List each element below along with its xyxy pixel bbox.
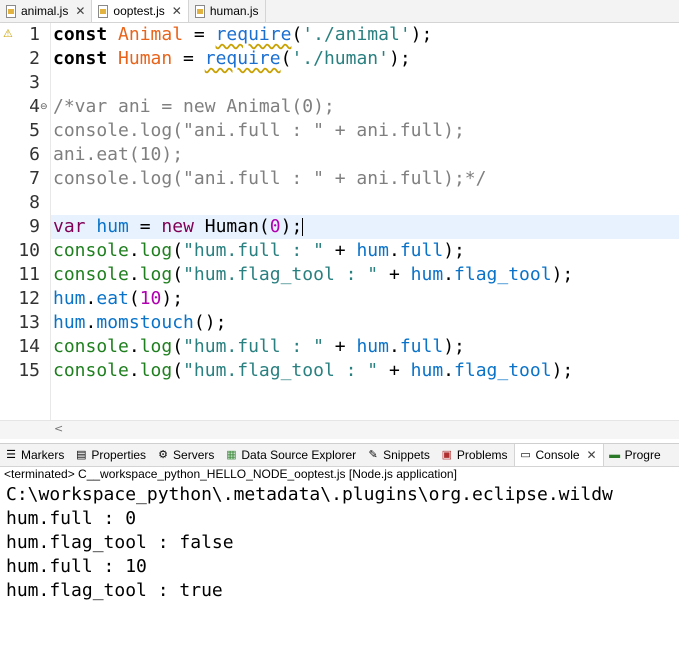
properties-icon: ▤ <box>76 449 87 461</box>
tab-data-source-explorer[interactable]: ▦ Data Source Explorer <box>220 444 362 466</box>
tab-human-js[interactable]: human.js <box>189 0 266 22</box>
tab-label: Snippets <box>383 448 430 462</box>
snippets-icon: ✎ <box>368 449 378 461</box>
console-line: C:\workspace_python\.metadata\.plugins\o… <box>6 484 613 505</box>
close-icon[interactable]: ✕ <box>75 4 85 18</box>
tab-label: Data Source Explorer <box>241 448 357 462</box>
console-icon: ▭ <box>520 449 531 461</box>
code-line[interactable]: const Animal = require('./animal'); <box>53 23 432 47</box>
console-line: hum.flag_tool : true <box>6 580 223 601</box>
line-number: 14 <box>18 336 40 357</box>
line-number: 6 <box>29 144 40 165</box>
console-line: hum.flag_tool : false <box>6 532 234 553</box>
line-number: 10 <box>18 240 40 261</box>
console-line: hum.full : 10 <box>6 556 147 577</box>
line-number: 1 <box>29 24 40 45</box>
code-line[interactable]: hum.eat(10); <box>53 287 183 311</box>
code-line-current[interactable]: var hum = new Human(0); <box>53 215 304 239</box>
js-file-icon <box>194 4 205 18</box>
markers-icon: ☰ <box>6 449 16 461</box>
js-file-icon <box>6 4 16 18</box>
line-number: 7 <box>29 168 40 189</box>
progress-icon: ▬ <box>609 449 621 461</box>
tab-label: Markers <box>21 448 65 462</box>
line-number: 4 <box>29 96 40 117</box>
tab-properties[interactable]: ▤ Properties <box>70 444 152 466</box>
text-caret <box>302 218 304 236</box>
line-number: 3 <box>29 72 40 93</box>
fold-collapse-icon[interactable]: ⊖ <box>40 95 48 119</box>
close-icon[interactable]: ✕ <box>172 4 182 18</box>
tab-label: ooptest.js <box>113 4 165 18</box>
warning-icon: ⚠ <box>3 27 13 40</box>
tab-label: Properties <box>91 448 147 462</box>
tab-animal-js[interactable]: animal.js ✕ <box>0 0 93 22</box>
tab-problems[interactable]: ▣ Problems <box>436 444 514 466</box>
line-number: 11 <box>18 264 40 285</box>
horizontal-scrollbar[interactable]: < <box>0 420 679 439</box>
tab-markers[interactable]: ☰ Markers <box>0 444 70 466</box>
tab-console[interactable]: ▭ Console ✕ <box>513 444 604 466</box>
line-number: 15 <box>18 360 40 381</box>
close-icon[interactable]: ✕ <box>587 448 597 462</box>
code-line[interactable]: console.log("hum.full : " + hum.full); <box>53 239 465 263</box>
code-line[interactable]: const Human = require('./human'); <box>53 47 411 71</box>
code-line[interactable]: console.log("ani.full : " + ani.full);*/ <box>53 167 486 191</box>
code-editor[interactable]: ⚠ 1 2 3 4 ⊖ 5 6 7 8 9 10 11 12 13 14 15 … <box>0 23 679 420</box>
line-number: 8 <box>29 192 40 213</box>
code-line[interactable]: hum.momstouch(); <box>53 311 226 335</box>
line-number: 5 <box>29 120 40 141</box>
tab-label: Problems <box>456 448 508 462</box>
data-source-icon: ▦ <box>226 449 237 461</box>
tab-ooptest-js[interactable]: ooptest.js ✕ <box>92 0 189 22</box>
tab-label: Progre <box>624 448 661 462</box>
code-line[interactable]: console.log("hum.full : " + hum.full); <box>53 335 465 359</box>
tab-label: Servers <box>173 448 215 462</box>
problems-icon: ▣ <box>441 449 453 461</box>
panel-tab-bar: ☰ Markers ▤ Properties ⚙ Servers ▦ Data … <box>0 443 679 467</box>
code-line[interactable]: /*var ani = new Animal(0); <box>53 95 335 119</box>
tab-servers[interactable]: ⚙ Servers <box>152 444 220 466</box>
tab-label: human.js <box>209 4 259 18</box>
overview-ruler: ⚠ <box>0 23 16 420</box>
line-number: 9 <box>29 216 40 237</box>
tab-progress[interactable]: ▬ Progre <box>604 444 667 466</box>
tab-label: Console <box>535 448 580 462</box>
tab-label: animal.js <box>21 4 69 18</box>
code-line[interactable]: console.log("hum.flag_tool : " + hum.fla… <box>53 263 573 287</box>
code-line[interactable]: console.log("hum.flag_tool : " + hum.fla… <box>53 359 573 383</box>
js-file-icon <box>98 4 109 18</box>
console-status: <terminated> C__workspace_python_HELLO_N… <box>4 467 457 481</box>
line-number: 2 <box>29 48 40 69</box>
line-number: 12 <box>18 288 40 309</box>
code-line[interactable]: ani.eat(10); <box>53 143 183 167</box>
scroll-left-icon[interactable]: < <box>54 422 63 435</box>
code-line[interactable]: console.log("ani.full : " + ani.full); <box>53 119 465 143</box>
servers-icon: ⚙ <box>158 449 168 461</box>
tab-snippets[interactable]: ✎ Snippets <box>362 444 436 466</box>
line-number: 13 <box>18 312 40 333</box>
console-line: hum.full : 0 <box>6 508 137 529</box>
editor-tab-bar: animal.js ✕ ooptest.js ✕ human.js <box>0 0 679 23</box>
console-output[interactable]: C:\workspace_python\.metadata\.plugins\o… <box>0 483 679 649</box>
